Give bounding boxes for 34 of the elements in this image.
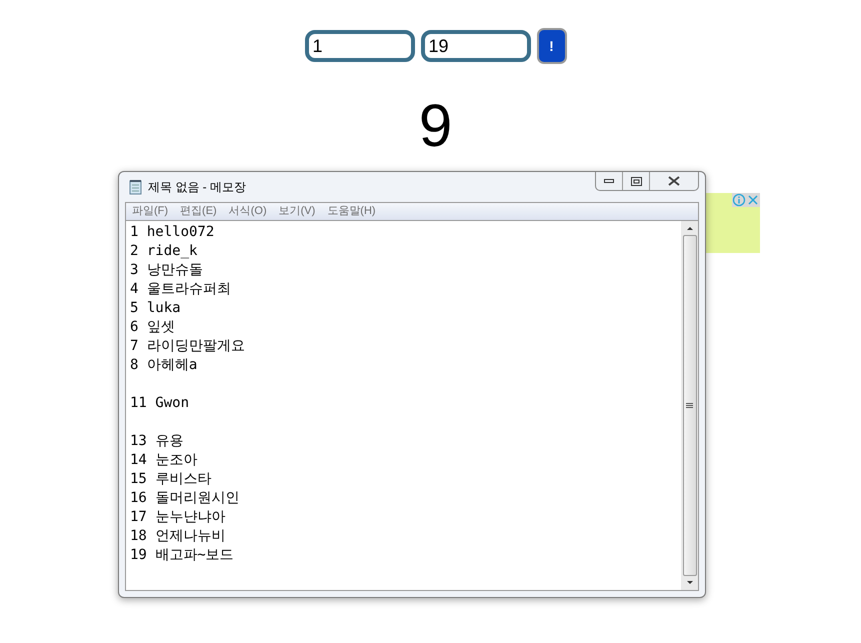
text-line: 4 울트라슈퍼최 — [130, 280, 232, 299]
menu-item[interactable]: 편집(E) — [180, 203, 217, 220]
text-line: 19 배고파~보드 — [130, 546, 235, 565]
menu-item[interactable]: 서식(O) — [228, 203, 267, 220]
text-line: 15 루비스타 — [130, 470, 212, 489]
number-input[interactable]: 19 — [420, 30, 530, 62]
text-line: 8 아헤헤a — [130, 356, 198, 375]
text-line: 16 돌머리원시인 — [130, 489, 240, 508]
close-icon — [668, 176, 680, 186]
menu-item[interactable]: 보기(V) — [278, 203, 316, 220]
text-area[interactable]: 1 hello072 2 ride_k 3 낭만슈돌 4 울트라슈퍼최 5 luka 6 잎셋 7 라이딩만팔게요 8 아헤헤a 11 Gwon 13 유용 14 눈조아 15 루비스타 16 돌머리원시인 17 눈누냔냐아 18 언제나뉴비 19 배고파~보드 — [125, 220, 699, 591]
text-line: 18 언제나뉴비 — [130, 527, 226, 546]
text-line: 11 Gwon — [130, 394, 190, 413]
notepad-icon — [128, 179, 144, 195]
maximize-icon — [630, 176, 642, 186]
text-line: 6 잎셋 — [130, 318, 176, 337]
minimize-icon — [604, 178, 614, 184]
text-line: 5 luka — [130, 299, 182, 318]
scroll-thumb[interactable] — [682, 235, 696, 576]
text-line: 7 라이딩만팔게요 — [130, 337, 246, 356]
text-line: 13 유용 — [130, 432, 184, 451]
text-line: 17 눈누냔냐아 — [130, 508, 226, 527]
grip-icon — [686, 402, 693, 408]
menu-item[interactable]: 도움말(H) — [327, 203, 376, 220]
text-line: 1 hello072 — [130, 223, 216, 242]
text-line: 3 낭만슈돌 — [130, 261, 204, 280]
text-line: 14 눈조아 — [130, 451, 198, 470]
submit-button[interactable]: ! — [536, 28, 566, 64]
menu-item[interactable]: 파일(F) — [132, 203, 168, 220]
number-input[interactable]: 1 — [304, 30, 414, 62]
text-line: 2 ride_k — [130, 242, 198, 261]
window-title: 제목 없음 - 메모장 — [148, 179, 246, 196]
result-number: 9 — [418, 94, 452, 158]
scrollbar[interactable] — [681, 221, 698, 590]
